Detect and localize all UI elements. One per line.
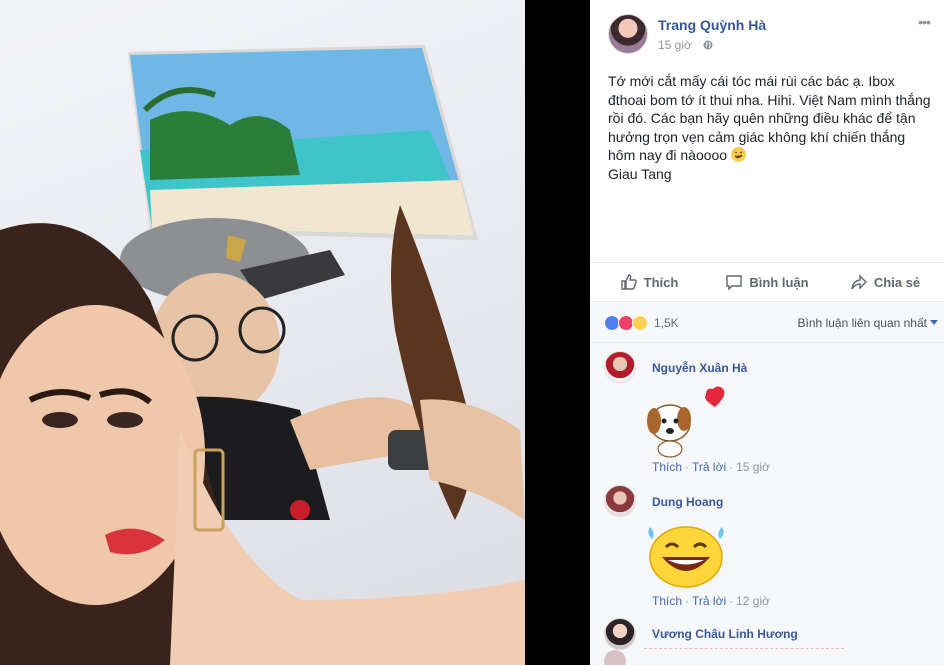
comment-meta: Thích · Trả lời · 12 giờ <box>652 594 770 608</box>
commenter-avatar[interactable] <box>604 485 636 517</box>
commenter-name[interactable]: Dung Hoang <box>652 495 723 509</box>
post-time[interactable]: 15 giờ <box>658 38 692 52</box>
like-label: Thích <box>643 274 679 290</box>
more-options-icon[interactable]: ••• <box>916 14 932 34</box>
post-side-panel: Trang Quỳnh Hà 15 giờ ••• Tớ mới cắt mấy… <box>590 0 944 665</box>
haha-reaction-icon[interactable] <box>632 315 648 331</box>
reply-input-edge[interactable] <box>644 648 844 665</box>
post-text: Tớ mới cắt mấy cái tóc mái rùi các bác ạ… <box>608 73 931 163</box>
thumbs-up-icon <box>620 274 637 290</box>
share-button[interactable]: Chia sẻ <box>826 263 944 301</box>
comment-button[interactable]: Bình luận <box>708 263 826 301</box>
reply-avatar <box>604 650 626 665</box>
author-avatar[interactable] <box>608 14 648 54</box>
share-label: Chia sẻ <box>873 274 921 290</box>
rofl-emoji-icon <box>730 147 746 162</box>
comment-sort-dropdown[interactable]: Bình luận liên quan nhất <box>798 316 938 330</box>
comment-reply-link[interactable]: Trả lời <box>692 460 726 474</box>
post-body: Tớ mới cắt mấy cái tóc mái rùi các bác ạ… <box>608 72 934 183</box>
post-signature: Giau Tang <box>608 165 672 182</box>
share-arrow-icon <box>851 274 867 290</box>
globe-icon <box>703 40 713 50</box>
commenter-avatar[interactable] <box>604 351 636 383</box>
puppy-heart-sticker-icon <box>647 386 725 458</box>
comment-like-link[interactable]: Thích <box>652 594 682 608</box>
author-name[interactable]: Trang Quỳnh Hà <box>658 17 766 33</box>
comment-bubble-icon <box>726 275 743 291</box>
post-header: Trang Quỳnh Hà 15 giờ ••• <box>590 0 944 60</box>
comment-time[interactable]: 15 giờ <box>736 460 770 474</box>
reaction-count[interactable]: 1,5K <box>654 316 679 330</box>
comment-reply-link[interactable]: Trả lời <box>692 594 726 608</box>
sort-label: Bình luận liên quan nhất <box>797 316 927 330</box>
comment-label: Bình luận <box>749 274 809 290</box>
comment-time[interactable]: 12 giờ <box>736 594 770 608</box>
photo-illustration <box>0 45 525 665</box>
commenter-name[interactable]: Vương Châu Linh Hương <box>652 627 798 641</box>
photo-viewer-gap <box>525 0 590 665</box>
commenter-avatar[interactable] <box>604 618 636 650</box>
comment-meta: Thích · Trả lời · 15 giờ <box>652 460 770 474</box>
reactions-bar: 1,5K Bình luận liên quan nhất <box>590 303 944 343</box>
comment-item: Dung Hoang Thích · Trả lời · 12 giờ <box>590 477 944 610</box>
laughing-tears-sticker-icon <box>648 526 724 588</box>
commenter-name[interactable]: Nguyễn Xuân Hà <box>652 361 747 375</box>
post-action-bar: Thích Bình luận Chia sẻ <box>590 262 944 302</box>
like-button[interactable]: Thích <box>590 263 708 301</box>
chevron-down-icon <box>930 320 938 325</box>
comment-like-link[interactable]: Thích <box>652 460 682 474</box>
post-photo[interactable] <box>0 0 525 665</box>
comment-list: Nguyễn Xuân Hà Thích · Trả lời · 15 giờ Dung… <box>590 343 944 665</box>
comment-item: Nguyễn Xuân Hà Thích · Trả lời · 15 giờ <box>590 343 944 483</box>
